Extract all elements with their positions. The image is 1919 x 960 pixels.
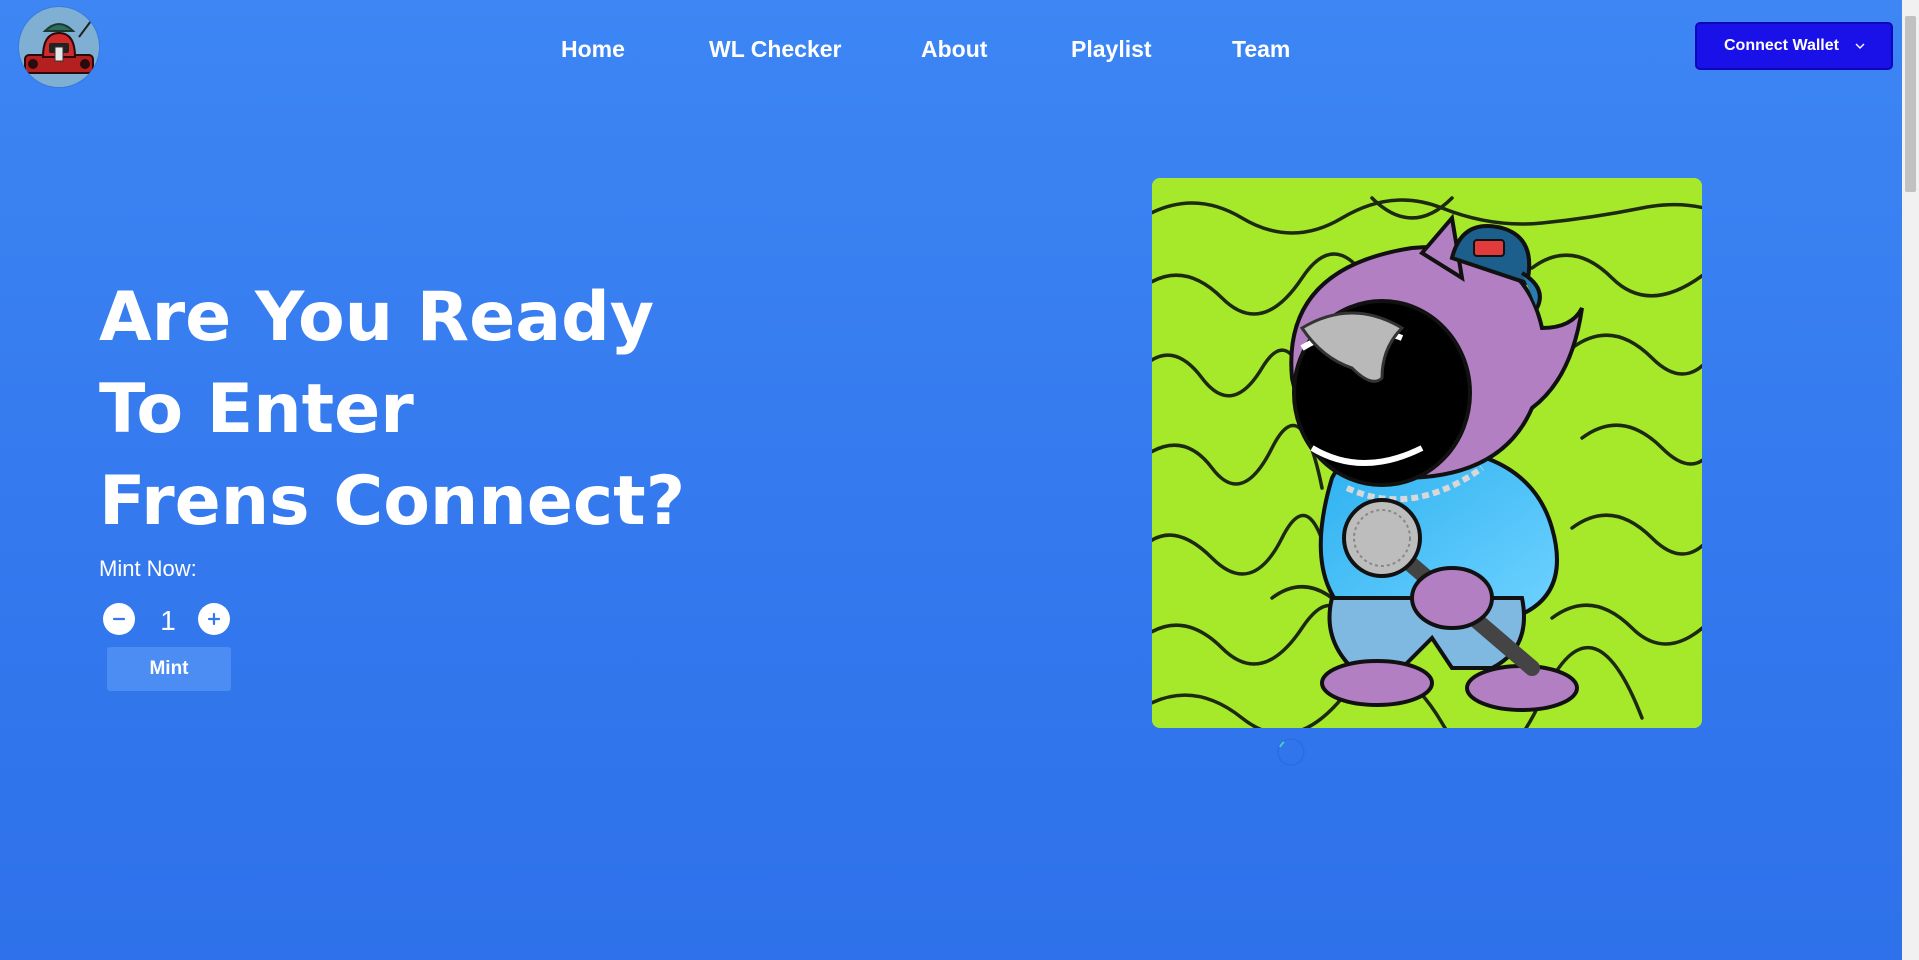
scrollbar-thumb[interactable] — [1905, 16, 1916, 192]
hero-title-line-3: Frens Connect? — [99, 462, 686, 541]
increment-button[interactable] — [198, 603, 230, 635]
connect-wallet-button[interactable]: Connect Wallet — [1695, 22, 1893, 70]
nav-wl-checker[interactable]: WL Checker — [709, 32, 842, 66]
connect-wallet-label: Connect Wallet — [1724, 37, 1839, 54]
chevron-down-icon — [1855, 43, 1865, 49]
nav-about[interactable]: About — [921, 32, 987, 66]
loading-spinner-icon — [1277, 738, 1305, 766]
decrement-button[interactable] — [103, 603, 135, 635]
minus-icon — [112, 617, 126, 621]
hero-title-line-1: Are You Ready — [99, 278, 655, 357]
nav-playlist[interactable]: Playlist — [1071, 32, 1152, 66]
nav-team[interactable]: Team — [1232, 32, 1290, 66]
mint-button[interactable]: Mint — [107, 647, 231, 691]
main-nav: Home WL Checker About Playlist Team — [0, 32, 1919, 66]
page-scrollbar[interactable] — [1902, 0, 1919, 960]
hero-title-line-2: To Enter — [99, 370, 414, 449]
mint-now-label: Mint Now: — [99, 556, 197, 581]
nav-home[interactable]: Home — [561, 32, 625, 66]
plus-icon — [207, 612, 221, 626]
nft-character-artwork — [1152, 178, 1702, 728]
nft-artwork — [1152, 178, 1702, 728]
mint-quantity: 1 — [160, 605, 176, 636]
hero-title: Are You Ready To Enter Frens Connect? — [99, 272, 685, 548]
